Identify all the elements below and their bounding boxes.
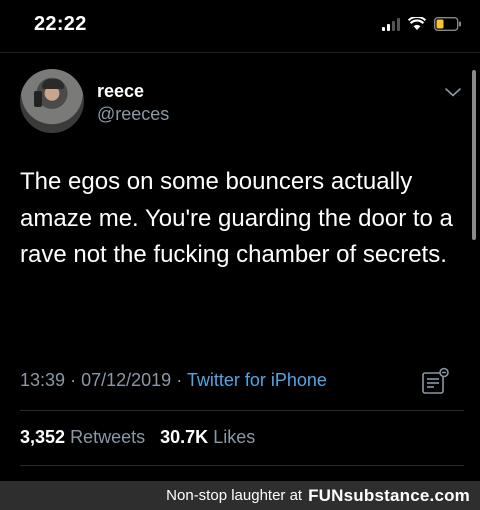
tweet-date: 07/12/2019 [81, 370, 172, 390]
cellular-signal-icon [382, 17, 400, 31]
tweet-source-link[interactable]: Twitter for iPhone [187, 370, 327, 390]
watermark-text: Non-stop laughter at [166, 487, 303, 504]
tweet-meta: 13:39 · 07/12/2019 · Twitter for iPhone [20, 370, 327, 391]
chevron-down-icon[interactable] [444, 86, 462, 98]
status-time: 22:22 [34, 13, 87, 35]
avatar[interactable] [20, 69, 84, 133]
meta-divider [20, 410, 464, 411]
scroll-indicator[interactable] [472, 70, 476, 240]
battery-icon [434, 17, 461, 31]
analytics-icon[interactable] [420, 366, 452, 398]
watermark-bar: Non-stop laughter at FUNsubstance.com [0, 481, 480, 510]
status-bar: 22:22 [0, 0, 480, 50]
watermark-brand: FUNsubstance.com [308, 485, 470, 505]
retweets-label[interactable]: Retweets [70, 427, 145, 447]
retweets-count[interactable]: 3,352 [20, 427, 65, 447]
meta-separator: · [70, 370, 77, 390]
likes-count[interactable]: 30.7K [160, 427, 208, 447]
tweet-time: 13:39 [20, 370, 66, 390]
stats-divider [20, 465, 464, 466]
tweet-stats: 3,352 Retweets 30.7K Likes [20, 427, 255, 448]
header-divider [0, 52, 480, 53]
tweet-text: The egos on some bouncers actually amaze… [20, 168, 453, 268]
author-handle[interactable]: @reeces [97, 104, 169, 125]
wifi-icon [408, 17, 426, 30]
author-name[interactable]: reece [97, 81, 144, 102]
meta-separator-2: · [176, 370, 183, 390]
status-icons [382, 14, 462, 34]
likes-label[interactable]: Likes [213, 427, 255, 447]
